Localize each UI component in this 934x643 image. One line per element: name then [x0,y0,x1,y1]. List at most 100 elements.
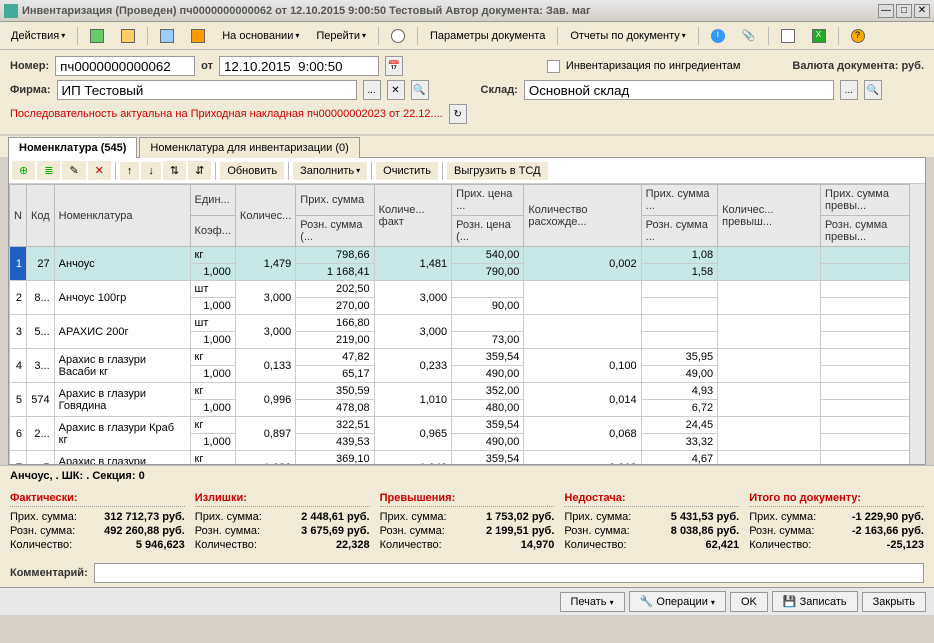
minimize-button[interactable]: — [878,4,894,18]
totals-header: Излишки: [195,492,370,507]
number-input[interactable] [55,56,195,76]
maximize-button[interactable]: □ [896,4,912,18]
col-qty-diff[interactable]: Количество расхожде... [524,185,641,247]
warehouse-search-button[interactable]: 🔍 [864,80,882,100]
grid-toolbar: ⊕ ≣ ✎ ✕ ↑ ↓ ⇅ ⇵ Обновить Заполнить ▾ Очи… [9,158,925,184]
tb-icon-2[interactable] [114,26,142,46]
col-prih-sum2[interactable]: Прих. сумма ... [641,185,717,216]
firm-select-button[interactable]: ... [363,80,381,100]
tabs: Номенклатура (545) Номенклатура для инве… [0,136,934,157]
tb-icon-1[interactable] [83,26,111,46]
add-copy-icon[interactable]: ≣ [37,161,60,180]
col-qty-over[interactable]: Количес... превыш... [718,185,821,247]
col-rozn-price[interactable]: Розн. цена (... [452,216,524,247]
col-qty[interactable]: Количес... [235,185,295,247]
totals-column: Недостача: Прих. сумма:5 431,53 руб. Роз… [564,492,739,553]
totals-header: Итого по документу: [749,492,924,507]
warehouse-input[interactable] [524,80,834,100]
col-n[interactable]: N [10,185,27,247]
number-label: Номер: [10,60,49,72]
currency-label: Валюта документа: руб. [792,60,924,72]
col-prih-sum[interactable]: Прих. сумма [296,185,374,216]
ok-button[interactable]: OK [730,592,768,612]
tb-icon-3[interactable] [153,26,181,46]
table-row[interactable]: 35... АРАХИС 200гшт3,000 166,803,000 [10,315,925,332]
add-row-icon[interactable]: ⊕ [12,161,35,180]
col-nomen[interactable]: Номенклатура [54,185,190,247]
tb-icon-4[interactable] [184,26,212,46]
doc-params-button[interactable]: Параметры документа [423,27,552,45]
bottom-bar: Печать ▾ 🔧 Операции ▾ OK 💾 Записать Закр… [0,587,934,615]
totals-header: Превышения: [380,492,555,507]
clear-button[interactable]: Очистить [376,162,438,180]
totals-panel: Фактически: Прих. сумма:312 712,73 руб. … [0,486,934,559]
list-icon[interactable] [774,26,802,46]
comment-label: Комментарий: [10,567,88,579]
col-code[interactable]: Код [26,185,54,247]
table-row[interactable]: 127 Анчоускг1,479 798,661,481 540,000,00… [10,247,925,264]
tab-content: ⊕ ≣ ✎ ✕ ↑ ↓ ⇅ ⇵ Обновить Заполнить ▾ Очи… [8,157,926,465]
grid-container: N Код Номенклатура Един... Количес... Пр… [9,184,925,464]
sequence-link[interactable]: Последовательность актуальна на Приходна… [10,108,443,120]
goto-menu[interactable]: Перейти ▾ [309,27,373,45]
firm-input[interactable] [57,80,357,100]
help-icon[interactable]: ? [844,26,872,46]
col-coef[interactable]: Коэф... [190,216,235,247]
vertical-scrollbar[interactable] [909,184,925,464]
warehouse-select-button[interactable]: ... [840,80,858,100]
doc-reports-menu[interactable]: Отчеты по документу ▾ [563,27,693,45]
operations-menu[interactable]: 🔧 Операции ▾ [629,591,726,612]
ingredients-checkbox[interactable] [547,60,560,73]
based-on-menu[interactable]: На основании ▾ [215,27,306,45]
close-form-button[interactable]: Закрыть [862,592,926,612]
col-rozn-sum[interactable]: Розн. сумма (... [296,216,374,247]
save-button[interactable]: 💾 Записать [772,591,858,612]
move-down-icon[interactable]: ↓ [141,162,161,180]
close-button[interactable]: ✕ [914,4,930,18]
tab-nomenclature[interactable]: Номенклатура (545) [8,137,137,158]
totals-header: Недостача: [564,492,739,507]
clock-icon[interactable] [384,26,412,46]
titlebar: Инвентаризация (Проведен) пч000000000006… [0,0,934,22]
totals-column: Фактически: Прих. сумма:312 712,73 руб. … [10,492,185,553]
sort-asc-icon[interactable]: ⇅ [163,161,186,180]
delete-row-icon[interactable]: ✕ [88,161,111,180]
actions-menu[interactable]: Действия ▾ [4,27,72,45]
app-icon [4,4,18,18]
firm-clear-button[interactable]: ✕ [387,80,405,100]
col-prih-price[interactable]: Прих. цена ... [452,185,524,216]
print-menu[interactable]: Печать ▾ [560,592,625,612]
firm-search-button[interactable]: 🔍 [411,80,429,100]
col-rozn-sum2[interactable]: Розн. сумма ... [641,216,717,247]
attach-icon[interactable]: 📎 [735,26,763,45]
move-up-icon[interactable]: ↑ [120,162,140,180]
sort-desc-icon[interactable]: ⇵ [188,161,211,180]
col-qty-fact[interactable]: Количе... факт [374,185,452,247]
col-unit[interactable]: Един... [190,185,235,216]
comment-input[interactable] [94,563,924,583]
fill-menu[interactable]: Заполнить ▾ [293,162,367,180]
table-row[interactable]: 5574 Арахис в глазури Говядинакг0,996 35… [10,383,925,400]
table-row[interactable]: 43... Арахис в глазури Васаби кгкг0,133 … [10,349,925,366]
window-title: Инвентаризация (Проведен) пч000000000006… [22,5,878,17]
totals-column: Превышения: Прих. сумма:1 753,02 руб. Ро… [380,492,555,553]
info-icon[interactable]: i [704,26,732,46]
edit-row-icon[interactable]: ✎ [62,161,85,180]
from-label: от [201,60,213,72]
warehouse-label: Склад: [481,84,518,96]
form-header: Номер: от 📅 Инвентаризация по ингредиент… [0,50,934,134]
refresh-button[interactable]: Обновить [220,162,284,180]
excel-icon[interactable]: X [805,26,833,46]
tab-nomenclature-inv[interactable]: Номенклатура для инвентаризации (0) [139,137,359,158]
export-tsd-button[interactable]: Выгрузить в ТСД [447,162,548,180]
table-row[interactable]: 62... Арахис в глазури Краб кгкг0,897 32… [10,417,925,434]
firm-label: Фирма: [10,84,51,96]
totals-column: Излишки: Прих. сумма:2 448,61 руб. Розн.… [195,492,370,553]
totals-header: Фактически: [10,492,185,507]
date-input[interactable] [219,56,379,76]
table-row[interactable]: 28... Анчоус 100гршт3,000 202,503,000 [10,281,925,298]
data-grid[interactable]: N Код Номенклатура Един... Количес... Пр… [9,184,925,464]
table-row[interactable]: 75 Арахис в глазури Креветкикг1,030 369,… [10,451,925,465]
sequence-refresh-button[interactable]: ↻ [449,104,467,124]
date-picker-button[interactable]: 📅 [385,56,403,76]
